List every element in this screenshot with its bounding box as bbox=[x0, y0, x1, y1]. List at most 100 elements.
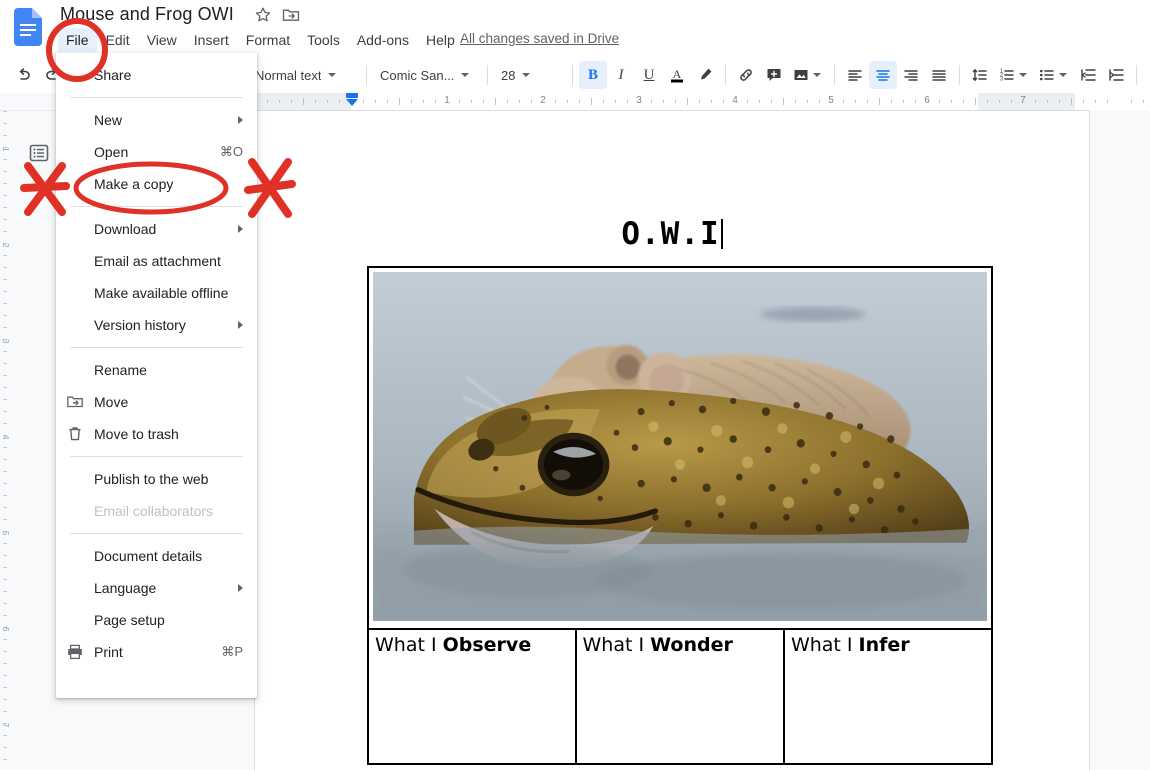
document-outline-icon[interactable] bbox=[24, 138, 54, 168]
chevron-down-icon bbox=[813, 73, 821, 77]
svg-text:3: 3 bbox=[1000, 77, 1003, 83]
insert-image-dropdown[interactable] bbox=[788, 61, 828, 89]
submenu-arrow-icon bbox=[238, 116, 243, 124]
align-justify-icon[interactable] bbox=[925, 61, 953, 89]
menu-item-label: Move bbox=[94, 394, 129, 410]
toolbar-divider bbox=[1136, 65, 1137, 85]
vruler-number: 7 bbox=[1, 723, 10, 728]
submenu-arrow-icon bbox=[238, 225, 243, 233]
star-icon[interactable] bbox=[253, 5, 273, 25]
menu-item-document-details[interactable]: Document details bbox=[56, 540, 257, 572]
menu-add-ons[interactable]: Add-ons bbox=[349, 28, 417, 52]
owi-table[interactable]: What I Observe What I Wonder What I Infe… bbox=[367, 266, 994, 765]
menu-item-move-to-trash[interactable]: Move to trash bbox=[56, 418, 257, 450]
menu-item-label: Open bbox=[94, 144, 129, 160]
vruler-number: 5 bbox=[1, 531, 10, 536]
menu-item-page-setup[interactable]: Page setup bbox=[56, 604, 257, 636]
menu-bar: File Edit View Insert Format Tools Add-o… bbox=[58, 28, 464, 52]
italic-glyph: I bbox=[618, 66, 624, 83]
menu-item-label: Language bbox=[94, 580, 157, 596]
file-menu-dropdown[interactable]: Share New Open ⌘O Make a copy Download Email a… bbox=[56, 53, 257, 698]
font-family-dropdown[interactable]: Comic San... bbox=[373, 61, 481, 89]
chevron-down-icon bbox=[328, 73, 337, 77]
cell-what-i-observe[interactable]: What I Observe bbox=[367, 628, 577, 765]
menu-item-label: Email as attachment bbox=[94, 253, 221, 269]
highlight-color-icon[interactable] bbox=[691, 61, 719, 89]
observe-keyword: Observe bbox=[442, 634, 532, 656]
align-left-icon[interactable] bbox=[841, 61, 869, 89]
document-title[interactable]: Mouse and Frog OWI bbox=[60, 0, 234, 28]
paragraph-style-dropdown[interactable]: Normal text bbox=[248, 61, 360, 89]
font-family-value: Comic San... bbox=[380, 67, 455, 83]
ruler-margin-right bbox=[978, 93, 1075, 111]
menu-item-share[interactable]: Share bbox=[56, 59, 257, 91]
toolbar-divider bbox=[572, 65, 573, 85]
page-title-text: O.W.I bbox=[621, 216, 720, 252]
bold-icon[interactable]: B bbox=[579, 61, 607, 89]
menu-item-label: Document details bbox=[94, 548, 203, 564]
menu-item-label: Version history bbox=[94, 317, 186, 333]
menu-item-language[interactable]: Language bbox=[56, 572, 257, 604]
chevron-down-icon bbox=[522, 73, 531, 77]
menu-item-print[interactable]: Print ⌘P bbox=[56, 636, 257, 668]
menu-insert[interactable]: Insert bbox=[186, 28, 237, 52]
chevron-down-icon bbox=[1019, 73, 1027, 77]
menu-view[interactable]: View bbox=[139, 28, 185, 52]
menu-item-email-as-attachment[interactable]: Email as attachment bbox=[56, 245, 257, 277]
image-cell[interactable] bbox=[367, 266, 993, 630]
menu-item-label: Move to trash bbox=[94, 426, 179, 442]
menu-tools[interactable]: Tools bbox=[299, 28, 348, 52]
menu-item-publish-to-the-web[interactable]: Publish to the web bbox=[56, 463, 257, 495]
menu-item-label: New bbox=[94, 112, 123, 128]
cell-what-i-wonder[interactable]: What I Wonder bbox=[574, 628, 785, 765]
table-row-image bbox=[367, 266, 993, 630]
menu-item-download[interactable]: Download bbox=[56, 213, 257, 245]
line-spacing-icon[interactable] bbox=[966, 61, 994, 89]
align-center-icon[interactable] bbox=[869, 61, 897, 89]
app-header: Mouse and Frog OWI File Edit View Insert… bbox=[0, 0, 1150, 57]
submenu-arrow-icon bbox=[238, 584, 243, 592]
italic-icon[interactable]: I bbox=[607, 61, 635, 89]
observe-prefix: What I bbox=[375, 634, 443, 656]
menu-edit[interactable]: Edit bbox=[98, 28, 138, 52]
decrease-indent-icon[interactable] bbox=[1074, 61, 1102, 89]
menu-item-open[interactable]: Open ⌘O bbox=[56, 136, 257, 168]
print-icon bbox=[66, 643, 84, 661]
ruler-number: 4 bbox=[732, 95, 738, 106]
increase-indent-icon[interactable] bbox=[1102, 61, 1130, 89]
insert-image-icon bbox=[794, 70, 808, 80]
undo-icon[interactable] bbox=[10, 61, 38, 89]
align-right-icon[interactable] bbox=[897, 61, 925, 89]
svg-text:A: A bbox=[673, 67, 682, 81]
underline-glyph: U bbox=[643, 66, 655, 83]
mouse-and-frog-photo[interactable] bbox=[373, 272, 987, 621]
left-indent-marker[interactable] bbox=[346, 93, 358, 106]
menu-item-label: Make a copy bbox=[94, 176, 174, 192]
menu-item-make-available-offline[interactable]: Make available offline bbox=[56, 277, 257, 309]
numbered-list-dropdown[interactable]: 1 2 3 bbox=[994, 61, 1034, 89]
document-page[interactable]: O.W.I What I Observe What I Wonder What … bbox=[255, 111, 1089, 770]
cell-what-i-infer[interactable]: What I Infer bbox=[782, 628, 994, 765]
move-to-folder-icon[interactable] bbox=[281, 5, 301, 25]
submenu-arrow-icon bbox=[238, 321, 243, 329]
menu-item-make-a-copy[interactable]: Make a copy bbox=[56, 168, 257, 200]
menu-item-move[interactable]: Move bbox=[56, 386, 257, 418]
bulleted-list-icon bbox=[1040, 69, 1054, 81]
underline-icon[interactable]: U bbox=[635, 61, 663, 89]
clear-formatting-icon[interactable] bbox=[1143, 61, 1150, 89]
save-status-link[interactable]: All changes saved in Drive bbox=[460, 28, 619, 52]
menu-item-new[interactable]: New bbox=[56, 104, 257, 136]
ruler-number: 5 bbox=[828, 95, 834, 106]
menu-help[interactable]: Help bbox=[418, 28, 463, 52]
insert-link-icon[interactable] bbox=[732, 61, 760, 89]
text-color-icon[interactable]: A bbox=[663, 61, 691, 89]
menu-file[interactable]: File bbox=[58, 28, 97, 52]
bulleted-list-dropdown[interactable] bbox=[1034, 61, 1074, 89]
add-comment-icon[interactable] bbox=[760, 61, 788, 89]
menu-format[interactable]: Format bbox=[238, 28, 298, 52]
docs-logo-icon[interactable] bbox=[14, 8, 42, 46]
numbered-list-icon: 1 2 3 bbox=[1000, 69, 1014, 83]
menu-item-version-history[interactable]: Version history bbox=[56, 309, 257, 341]
menu-item-rename[interactable]: Rename bbox=[56, 354, 257, 386]
font-size-stepper[interactable]: 28 bbox=[494, 61, 566, 89]
